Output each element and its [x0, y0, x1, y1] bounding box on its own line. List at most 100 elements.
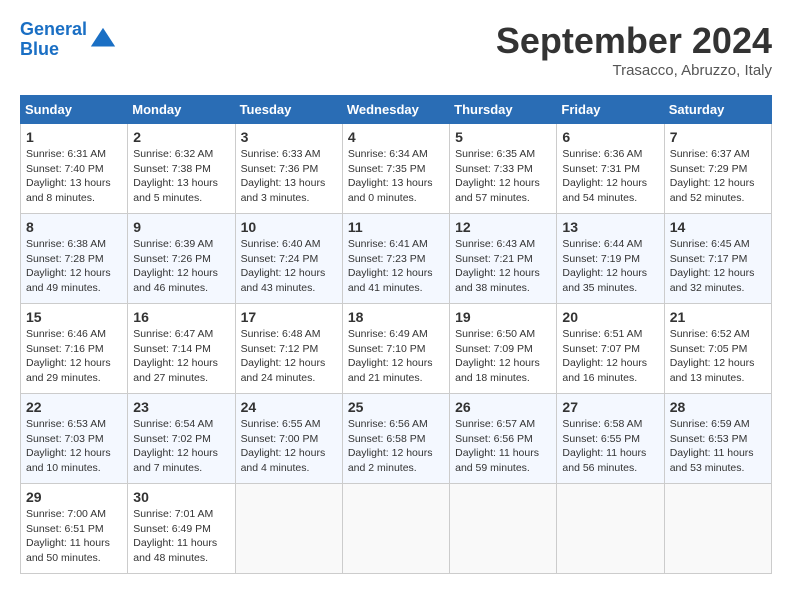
day-number: 21 [670, 309, 766, 325]
calendar-cell: 9Sunrise: 6:39 AM Sunset: 7:26 PM Daylig… [128, 214, 235, 304]
day-number: 10 [241, 219, 337, 235]
calendar-cell: 30 Sunrise: 7:01 AM Sunset: 6:49 PM Dayli… [128, 484, 235, 574]
day-details: Sunrise: 7:00 AM Sunset: 6:51 PM Dayligh… [26, 507, 122, 566]
day-details: Sunrise: 6:41 AM Sunset: 7:23 PM Dayligh… [348, 237, 444, 296]
header-friday: Friday [557, 96, 664, 124]
calendar-week-2: 8 Sunrise: 6:38 AM Sunset: 7:28 PM Daylig… [21, 214, 772, 304]
calendar-cell: 19Sunrise: 6:50 AM Sunset: 7:09 PM Dayli… [450, 304, 557, 394]
day-number: 19 [455, 309, 551, 325]
day-number: 18 [348, 309, 444, 325]
logo: GeneralBlue [20, 20, 117, 60]
calendar-cell [664, 484, 771, 574]
day-details: Sunrise: 6:58 AM Sunset: 6:55 PM Dayligh… [562, 417, 658, 476]
calendar-cell: 6 Sunrise: 6:36 AM Sunset: 7:31 PM Daylig… [557, 124, 664, 214]
day-number: 4 [348, 129, 444, 145]
day-details: Sunrise: 6:52 AM Sunset: 7:05 PM Dayligh… [670, 327, 766, 386]
location: Trasacco, Abruzzo, Italy [496, 62, 772, 79]
page-header: GeneralBlue September 2024 Trasacco, Abr… [20, 20, 772, 79]
calendar-cell: 4 Sunrise: 6:34 AM Sunset: 7:35 PM Daylig… [342, 124, 449, 214]
day-number: 1 [26, 129, 122, 145]
calendar-header-row: SundayMondayTuesdayWednesdayThursdayFrid… [21, 96, 772, 124]
calendar-cell: 17 Sunrise: 6:48 AM Sunset: 7:12 PM Dayli… [235, 304, 342, 394]
day-details: Sunrise: 6:33 AM Sunset: 7:36 PM Dayligh… [241, 147, 337, 206]
header-monday: Monday [128, 96, 235, 124]
day-details: Sunrise: 6:57 AM Sunset: 6:56 PM Dayligh… [455, 417, 551, 476]
calendar-cell: 16 Sunrise: 6:47 AM Sunset: 7:14 PM Dayli… [128, 304, 235, 394]
day-number: 17 [241, 309, 337, 325]
header-wednesday: Wednesday [342, 96, 449, 124]
day-number: 9 [133, 219, 229, 235]
day-details: Sunrise: 6:31 AM Sunset: 7:40 PM Dayligh… [26, 147, 122, 206]
day-number: 26 [455, 399, 551, 415]
day-number: 15 [26, 309, 122, 325]
header-sunday: Sunday [21, 96, 128, 124]
month-title: September 2024 [496, 20, 772, 62]
day-details: Sunrise: 6:35 AM Sunset: 7:33 PM Dayligh… [455, 147, 551, 206]
calendar-cell [342, 484, 449, 574]
day-number: 25 [348, 399, 444, 415]
day-number: 14 [670, 219, 766, 235]
day-number: 22 [26, 399, 122, 415]
day-number: 24 [241, 399, 337, 415]
calendar-cell: 26 Sunrise: 6:57 AM Sunset: 6:56 PM Dayli… [450, 394, 557, 484]
calendar-cell: 3 Sunrise: 6:33 AM Sunset: 7:36 PM Daylig… [235, 124, 342, 214]
calendar-week-1: 1 Sunrise: 6:31 AM Sunset: 7:40 PM Daylig… [21, 124, 772, 214]
day-number: 12 [455, 219, 551, 235]
calendar-week-5: 29 Sunrise: 7:00 AM Sunset: 6:51 PM Dayli… [21, 484, 772, 574]
calendar-cell: 18 Sunrise: 6:49 AM Sunset: 7:10 PM Dayli… [342, 304, 449, 394]
day-number: 16 [133, 309, 229, 325]
day-number: 30 [133, 489, 229, 505]
calendar-cell: 2 Sunrise: 6:32 AM Sunset: 7:38 PM Daylig… [128, 124, 235, 214]
day-number: 5 [455, 129, 551, 145]
day-number: 23 [133, 399, 229, 415]
day-details: Sunrise: 7:01 AM Sunset: 6:49 PM Dayligh… [133, 507, 229, 566]
day-details: Sunrise: 6:51 AM Sunset: 7:07 PM Dayligh… [562, 327, 658, 386]
calendar-cell [235, 484, 342, 574]
day-number: 20 [562, 309, 658, 325]
calendar-cell: 28 Sunrise: 6:59 AM Sunset: 6:53 PM Dayli… [664, 394, 771, 484]
day-details: Sunrise: 6:46 AM Sunset: 7:16 PM Dayligh… [26, 327, 122, 386]
calendar-table: SundayMondayTuesdayWednesdayThursdayFrid… [20, 95, 772, 574]
day-details: Sunrise: 6:38 AM Sunset: 7:28 PM Dayligh… [26, 237, 122, 296]
day-number: 13 [562, 219, 658, 235]
calendar-cell: 23 Sunrise: 6:54 AM Sunset: 7:02 PM Dayli… [128, 394, 235, 484]
day-number: 7 [670, 129, 766, 145]
calendar-cell [450, 484, 557, 574]
header-tuesday: Tuesday [235, 96, 342, 124]
day-number: 3 [241, 129, 337, 145]
calendar-cell: 5 Sunrise: 6:35 AM Sunset: 7:33 PM Daylig… [450, 124, 557, 214]
day-number: 29 [26, 489, 122, 505]
calendar-cell: 13Sunrise: 6:44 AM Sunset: 7:19 PM Dayli… [557, 214, 664, 304]
calendar-cell: 8 Sunrise: 6:38 AM Sunset: 7:28 PM Daylig… [21, 214, 128, 304]
day-details: Sunrise: 6:48 AM Sunset: 7:12 PM Dayligh… [241, 327, 337, 386]
day-number: 28 [670, 399, 766, 415]
calendar-cell: 1 Sunrise: 6:31 AM Sunset: 7:40 PM Daylig… [21, 124, 128, 214]
calendar-week-4: 22Sunrise: 6:53 AM Sunset: 7:03 PM Dayli… [21, 394, 772, 484]
day-number: 6 [562, 129, 658, 145]
day-details: Sunrise: 6:32 AM Sunset: 7:38 PM Dayligh… [133, 147, 229, 206]
calendar-cell: 15 Sunrise: 6:46 AM Sunset: 7:16 PM Dayli… [21, 304, 128, 394]
title-block: September 2024 Trasacco, Abruzzo, Italy [496, 20, 772, 79]
calendar-cell: 27 Sunrise: 6:58 AM Sunset: 6:55 PM Dayli… [557, 394, 664, 484]
calendar-cell: 20 Sunrise: 6:51 AM Sunset: 7:07 PM Dayli… [557, 304, 664, 394]
day-details: Sunrise: 6:49 AM Sunset: 7:10 PM Dayligh… [348, 327, 444, 386]
day-number: 27 [562, 399, 658, 415]
day-details: Sunrise: 6:36 AM Sunset: 7:31 PM Dayligh… [562, 147, 658, 206]
calendar-cell: 24Sunrise: 6:55 AM Sunset: 7:00 PM Dayli… [235, 394, 342, 484]
day-number: 11 [348, 219, 444, 235]
day-details: Sunrise: 6:54 AM Sunset: 7:02 PM Dayligh… [133, 417, 229, 476]
header-thursday: Thursday [450, 96, 557, 124]
day-number: 8 [26, 219, 122, 235]
header-saturday: Saturday [664, 96, 771, 124]
day-details: Sunrise: 6:45 AM Sunset: 7:17 PM Dayligh… [670, 237, 766, 296]
day-details: Sunrise: 6:37 AM Sunset: 7:29 PM Dayligh… [670, 147, 766, 206]
calendar-cell: 29 Sunrise: 7:00 AM Sunset: 6:51 PM Dayli… [21, 484, 128, 574]
logo-text: GeneralBlue [20, 20, 87, 60]
calendar-cell: 21 Sunrise: 6:52 AM Sunset: 7:05 PM Dayli… [664, 304, 771, 394]
day-details: Sunrise: 6:34 AM Sunset: 7:35 PM Dayligh… [348, 147, 444, 206]
day-details: Sunrise: 6:59 AM Sunset: 6:53 PM Dayligh… [670, 417, 766, 476]
day-number: 2 [133, 129, 229, 145]
calendar-cell: 10Sunrise: 6:40 AM Sunset: 7:24 PM Dayli… [235, 214, 342, 304]
calendar-cell: 22Sunrise: 6:53 AM Sunset: 7:03 PM Dayli… [21, 394, 128, 484]
day-details: Sunrise: 6:47 AM Sunset: 7:14 PM Dayligh… [133, 327, 229, 386]
